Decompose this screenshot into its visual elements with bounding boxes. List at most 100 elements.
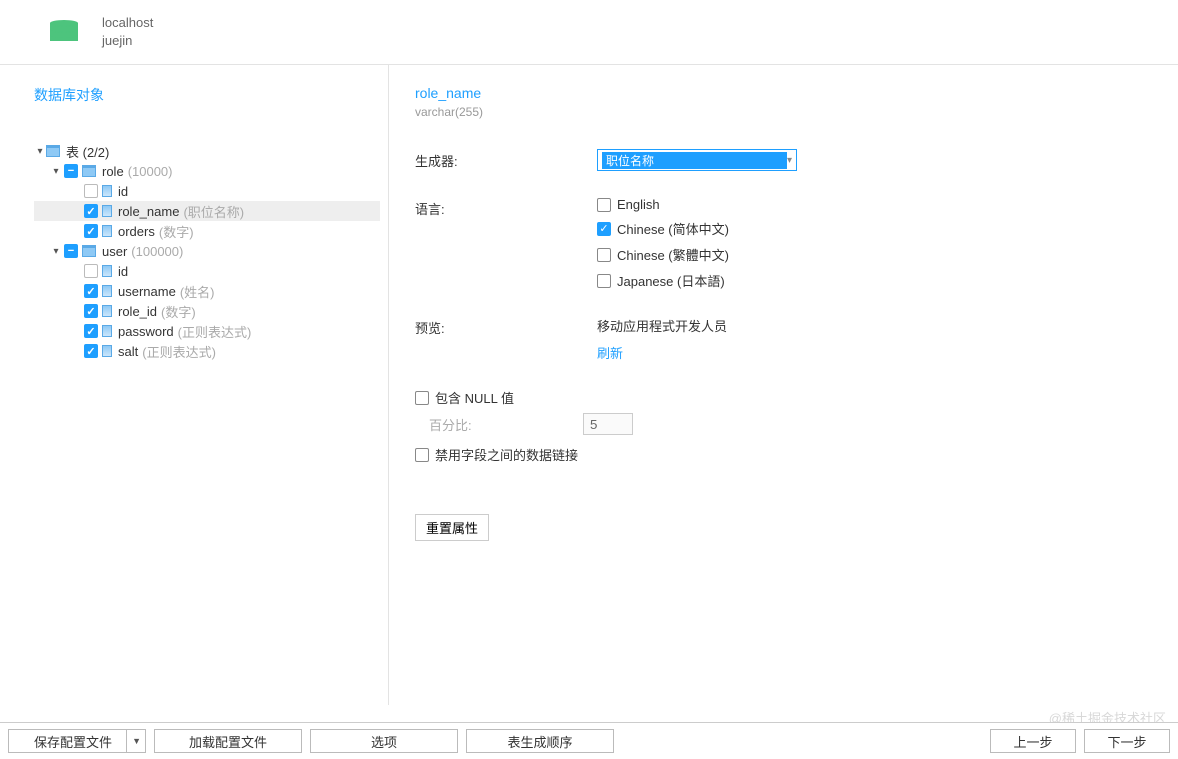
tree-hint: (数字) — [161, 302, 196, 321]
include-null-row[interactable]: 包含 NULL 值 — [415, 388, 1178, 407]
language-checkbox[interactable] — [597, 274, 611, 288]
options-button[interactable]: 选项 — [310, 729, 458, 753]
tree-label: 表 (2/2) — [66, 142, 109, 161]
tree-label: role — [102, 164, 124, 179]
generator-combo[interactable]: 职位名称 ▾ — [597, 149, 797, 171]
field-type: varchar(255) — [415, 105, 1178, 119]
language-checkbox[interactable] — [597, 198, 611, 212]
header: localhost juejin — [0, 0, 1178, 65]
preview-label: 预览: — [415, 316, 597, 337]
disable-link-row[interactable]: 禁用字段之间的数据链接 — [415, 445, 1178, 464]
tristate-checkbox[interactable] — [64, 164, 78, 178]
language-checkbox[interactable] — [597, 248, 611, 262]
language-option[interactable]: Chinese (简体中文) — [597, 219, 729, 238]
next-button[interactable]: 下一步 — [1084, 729, 1170, 753]
include-null-label: 包含 NULL 值 — [435, 388, 514, 407]
tree-label: password — [118, 324, 174, 339]
disable-link-checkbox[interactable] — [415, 448, 429, 462]
column-checkbox[interactable] — [84, 324, 98, 338]
chevron-down-icon: ▼ — [132, 736, 141, 746]
language-list: English Chinese (简体中文) Chinese (繁體中文) Japan… — [597, 197, 729, 290]
column-checkbox[interactable] — [84, 184, 98, 198]
caret-icon[interactable] — [50, 246, 62, 257]
tristate-checkbox[interactable] — [64, 244, 78, 258]
language-option[interactable]: English — [597, 197, 729, 212]
column-checkbox[interactable] — [84, 304, 98, 318]
language-label: 语言: — [415, 197, 597, 218]
footer: 保存配置文件 ▼ 加载配置文件 选项 表生成顺序 上一步 下一步 — [0, 722, 1178, 759]
tree-hint: (数字) — [159, 222, 194, 241]
generator-value: 职位名称 — [602, 152, 787, 169]
db-label: juejin — [102, 32, 153, 50]
tree-node-column[interactable]: id — [34, 181, 380, 201]
percent-input[interactable] — [583, 413, 633, 435]
tree-label: id — [118, 184, 128, 199]
language-label: Chinese (简体中文) — [617, 219, 729, 238]
section-title: 数据库对象 — [34, 85, 388, 105]
tree-node-column[interactable]: role_name (职位名称) — [34, 201, 380, 221]
generator-label: 生成器: — [415, 149, 597, 170]
refresh-link[interactable]: 刷新 — [597, 343, 727, 362]
column-checkbox[interactable] — [84, 344, 98, 358]
tree-hint: (100000) — [131, 244, 183, 259]
tree-node-column[interactable]: password (正则表达式) — [34, 321, 380, 341]
chevron-down-icon: ▾ — [787, 155, 792, 166]
column-icon — [102, 225, 112, 237]
include-null-checkbox[interactable] — [415, 391, 429, 405]
tree-label: id — [118, 264, 128, 279]
column-checkbox[interactable] — [84, 264, 98, 278]
column-icon — [102, 305, 112, 317]
language-option[interactable]: Chinese (繁體中文) — [597, 245, 729, 264]
language-checkbox[interactable] — [597, 222, 611, 236]
table-group-icon — [46, 145, 60, 157]
tree-node-table[interactable]: user (100000) — [34, 241, 380, 261]
caret-icon[interactable] — [34, 146, 46, 157]
tree-node-column[interactable]: salt (正则表达式) — [34, 341, 380, 361]
language-label: Chinese (繁體中文) — [617, 245, 729, 264]
database-icon — [50, 20, 78, 44]
tree-label: role_id — [118, 304, 157, 319]
tree-hint: (10000) — [128, 164, 173, 179]
tree-label: username — [118, 284, 176, 299]
object-tree: 表 (2/2) role(10000)idrole_name(职位名称)orde… — [34, 141, 388, 361]
tree-node-column[interactable]: orders (数字) — [34, 221, 380, 241]
load-profile-button[interactable]: 加载配置文件 — [154, 729, 302, 753]
disable-link-label: 禁用字段之间的数据链接 — [435, 445, 578, 464]
table-icon — [82, 165, 96, 177]
tree-node-tables[interactable]: 表 (2/2) — [34, 141, 380, 161]
tree-label: orders — [118, 224, 155, 239]
save-profile-button[interactable]: 保存配置文件 ▼ — [8, 729, 146, 753]
column-icon — [102, 185, 112, 197]
tree-hint: (姓名) — [180, 282, 215, 301]
language-option[interactable]: Japanese (日本語) — [597, 271, 729, 290]
tree-label: salt — [118, 344, 138, 359]
column-icon — [102, 285, 112, 297]
table-icon — [82, 245, 96, 257]
column-checkbox[interactable] — [84, 224, 98, 238]
order-button[interactable]: 表生成顺序 — [466, 729, 614, 753]
tree-node-column[interactable]: role_id (数字) — [34, 301, 380, 321]
percent-label: 百分比: — [415, 415, 583, 434]
column-icon — [102, 265, 112, 277]
caret-icon[interactable] — [50, 166, 62, 177]
tree-node-table[interactable]: role (10000) — [34, 161, 380, 181]
column-checkbox[interactable] — [84, 204, 98, 218]
field-name: role_name — [415, 85, 1178, 101]
language-label: English — [617, 197, 660, 212]
tree-hint: (正则表达式) — [178, 322, 252, 341]
column-checkbox[interactable] — [84, 284, 98, 298]
tree-hint: (职位名称) — [183, 202, 244, 221]
tree-node-column[interactable]: username (姓名) — [34, 281, 380, 301]
tree-node-column[interactable]: id — [34, 261, 380, 281]
tree-label: user — [102, 244, 127, 259]
column-icon — [102, 205, 112, 217]
tree-hint: (正则表达式) — [142, 342, 216, 361]
prev-button[interactable]: 上一步 — [990, 729, 1076, 753]
reset-button[interactable]: 重置属性 — [415, 514, 489, 541]
tree-label: role_name — [118, 204, 179, 219]
language-label: Japanese (日本語) — [617, 271, 725, 290]
column-icon — [102, 345, 112, 357]
column-icon — [102, 325, 112, 337]
preview-value: 移动应用程式开发人员 — [597, 316, 727, 335]
host-label: localhost — [102, 14, 153, 32]
